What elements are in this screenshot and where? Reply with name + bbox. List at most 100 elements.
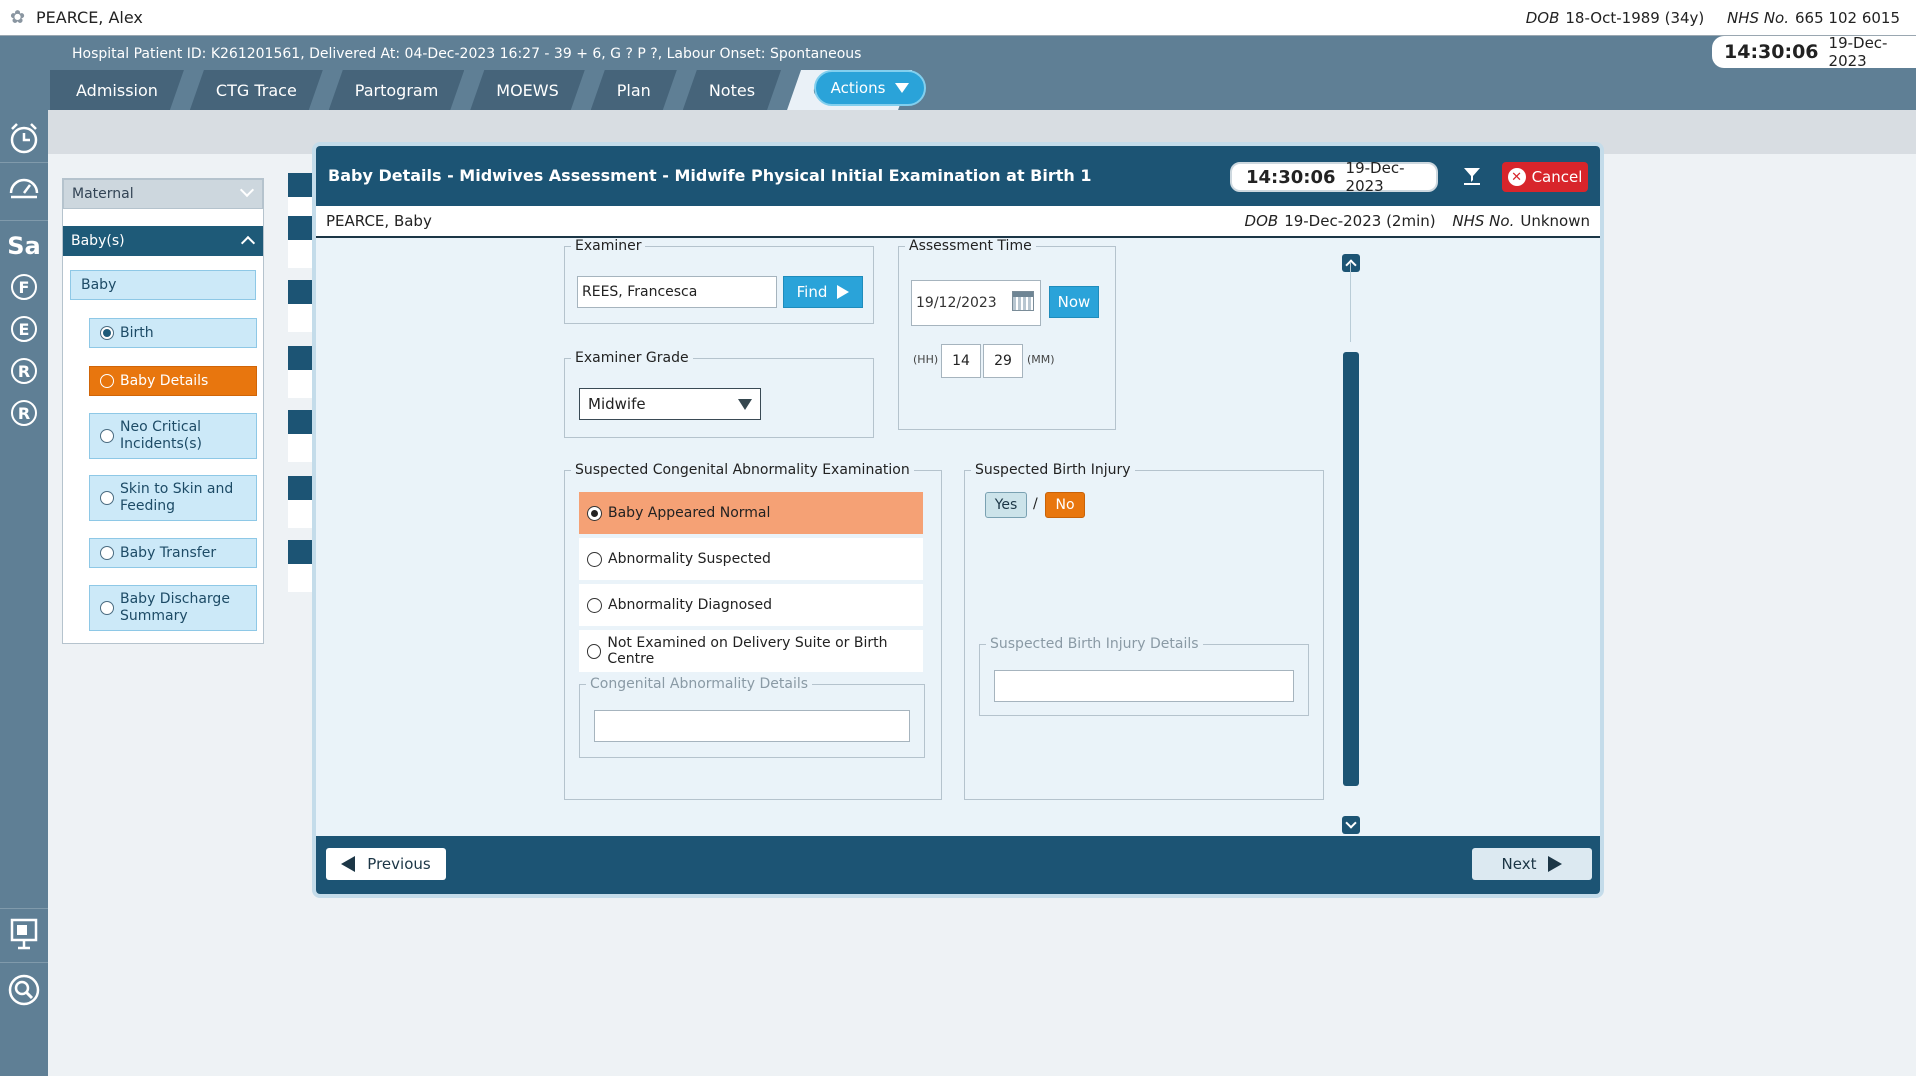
assessment-time-legend: Assessment Time <box>909 238 1032 254</box>
sidebar-item-label: Skin to Skin and Feeding <box>120 481 234 514</box>
next-button[interactable]: Next <box>1472 848 1592 880</box>
radio-icon <box>100 429 114 443</box>
birth-injury-details-input[interactable] <box>994 670 1294 702</box>
sidebar-item-label: Baby <box>81 276 117 293</box>
birth-injury-no-button[interactable]: No <box>1045 492 1085 518</box>
tab-moews[interactable]: MOEWS <box>470 70 584 110</box>
play-icon <box>837 285 850 299</box>
sidebar-item-label: Neo Critical Incidents(s) <box>120 419 202 452</box>
alarm-clock-icon[interactable] <box>6 120 42 156</box>
congenital-details-legend: Congenital Abnormality Details <box>590 676 809 692</box>
mm-label: (MM) <box>1027 353 1055 366</box>
sidebar-item-baby[interactable]: Baby <box>70 270 256 300</box>
rail-r-1[interactable]: R <box>11 358 37 384</box>
arrow-left-icon <box>341 856 356 872</box>
radio-icon <box>100 491 114 505</box>
radio-checked-icon <box>100 326 114 340</box>
dashboard-icon[interactable] <box>6 170 42 206</box>
tab-partogram[interactable]: Partogram <box>329 70 465 110</box>
congenital-details-input[interactable] <box>594 710 910 742</box>
cancel-button[interactable]: ✕ Cancel <box>1502 162 1588 192</box>
baby-details-dialog: Baby Details - Midwives Assessment - Mid… <box>312 142 1604 898</box>
rail-e[interactable]: E <box>11 316 37 342</box>
actions-button[interactable]: Actions <box>814 70 926 106</box>
scroll-down-icon[interactable] <box>1342 816 1360 834</box>
sidebar-item-baby-transfer[interactable]: Baby Transfer <box>89 538 257 568</box>
cancel-label: Cancel <box>1531 168 1583 186</box>
assessment-date: 19/12/2023 <box>916 295 997 311</box>
baby-dob: 19-Dec-2023 (2min) <box>1284 212 1436 230</box>
chevron-up-icon <box>240 235 256 251</box>
option-abnormality-diagnosed[interactable]: Abnormality Diagnosed <box>579 584 923 626</box>
option-abnormality-suspected[interactable]: Abnormality Suspected <box>579 538 923 580</box>
scroll-up-icon[interactable] <box>1342 254 1360 272</box>
babies-label: Baby(s) <box>71 233 125 249</box>
sidebar-item-birth[interactable]: Birth <box>89 318 257 348</box>
baby-dob-label: DOB <box>1244 212 1279 230</box>
dialog-body: Examiner REES, Francesca Find Examiner G… <box>316 238 1600 836</box>
baby-identifiers: DOB 19-Dec-2023 (2min) NHS No. Unknown <box>1245 212 1590 230</box>
sidebar-item-baby-discharge-summary[interactable]: Baby Discharge Summary <box>89 585 257 631</box>
caret-down-icon <box>895 83 910 93</box>
minute-input[interactable]: 29 <box>983 344 1023 378</box>
birth-injury-yes-button[interactable]: Yes <box>985 492 1027 518</box>
search-icon[interactable] <box>6 972 42 1008</box>
find-button[interactable]: Find <box>783 276 863 308</box>
radio-icon <box>100 601 114 615</box>
hour-input[interactable]: 14 <box>941 344 981 378</box>
dob-label: DOB <box>1525 8 1560 27</box>
close-icon: ✕ <box>1507 168 1526 186</box>
header-clock: 14:30:06 19-Dec-2023 <box>1712 34 1916 70</box>
patient-banner: ✿ PEARCE, Alex DOB 18-Oct-1989 (34y) NHS … <box>0 0 1916 36</box>
sidebar-item-baby-details[interactable]: Baby Details <box>89 366 257 396</box>
maternal-label: Maternal <box>72 186 134 202</box>
tab-admission[interactable]: Admission <box>50 70 184 110</box>
chevron-down-icon <box>239 182 255 198</box>
examiner-grade-select[interactable]: Midwife <box>579 388 761 420</box>
examiner-input[interactable]: REES, Francesca <box>577 276 777 308</box>
radio-icon <box>100 546 114 560</box>
now-button[interactable]: Now <box>1049 286 1099 318</box>
option-not-examined[interactable]: Not Examined on Delivery Suite or Birth … <box>579 630 923 672</box>
patient-identifiers: DOB 18-Oct-1989 (34y) NHS No. 665 102 6015 <box>1526 9 1906 27</box>
rail-f[interactable]: F <box>11 274 37 300</box>
left-rail: Sa F E R R <box>0 110 48 1076</box>
sidebar-item-skin-to-skin[interactable]: Skin to Skin and Feeding <box>89 475 257 521</box>
yes-no-separator: / <box>1033 496 1038 512</box>
previous-button[interactable]: Previous <box>326 848 446 880</box>
dialog-title: Baby Details - Midwives Assessment - Mid… <box>328 166 1092 185</box>
radio-icon <box>100 374 114 388</box>
birth-injury-details-legend: Suspected Birth Injury Details <box>990 636 1199 652</box>
tab-ctg-trace[interactable]: CTG Trace <box>190 70 323 110</box>
previous-label: Previous <box>367 855 431 873</box>
tab-notes[interactable]: Notes <box>683 70 781 110</box>
baby-banner: PEARCE, Baby DOB 19-Dec-2023 (2min) NHS N… <box>316 206 1600 238</box>
congenital-details-group: Congenital Abnormality Details <box>579 676 925 758</box>
option-label: Baby Appeared Normal <box>608 505 771 521</box>
radio-icon <box>587 643 602 659</box>
option-baby-appeared-normal[interactable]: Baby Appeared Normal <box>579 492 923 534</box>
sidebar-item-label: Baby Details <box>120 372 209 389</box>
rail-sa[interactable]: Sa <box>6 228 42 264</box>
birth-injury-group: Suspected Birth Injury Yes / No Suspecte… <box>964 462 1324 800</box>
main-tabs: Admission CTG Trace Partogram MOEWS Plan… <box>50 70 918 110</box>
filter-icon[interactable] <box>1464 168 1480 186</box>
scroll-thumb[interactable] <box>1343 352 1359 786</box>
dialog-clock-date: 19-Dec-2023 <box>1345 159 1405 195</box>
sidebar-section-babies[interactable]: Baby(s) <box>63 226 263 256</box>
sidebar-section-maternal[interactable]: Maternal <box>63 179 263 209</box>
tab-plan[interactable]: Plan <box>591 70 677 110</box>
dialog-scrollbar[interactable] <box>1340 238 1360 836</box>
calendar-icon[interactable] <box>1012 291 1034 311</box>
examiner-legend: Examiner <box>575 238 642 254</box>
find-label: Find <box>796 283 828 301</box>
assessment-date-input[interactable]: 19/12/2023 <box>911 280 1041 326</box>
option-label: Abnormality Suspected <box>608 551 771 567</box>
header-clock-time: 14:30:06 <box>1724 41 1819 63</box>
sidebar-item-neo-critical-incidents[interactable]: Neo Critical Incidents(s) <box>89 413 257 459</box>
birth-injury-legend: Suspected Birth Injury <box>975 462 1131 478</box>
presentation-icon[interactable] <box>6 916 42 952</box>
radio-checked-icon <box>587 505 602 521</box>
rail-r-2[interactable]: R <box>11 400 37 426</box>
arrow-right-icon <box>1548 856 1563 872</box>
